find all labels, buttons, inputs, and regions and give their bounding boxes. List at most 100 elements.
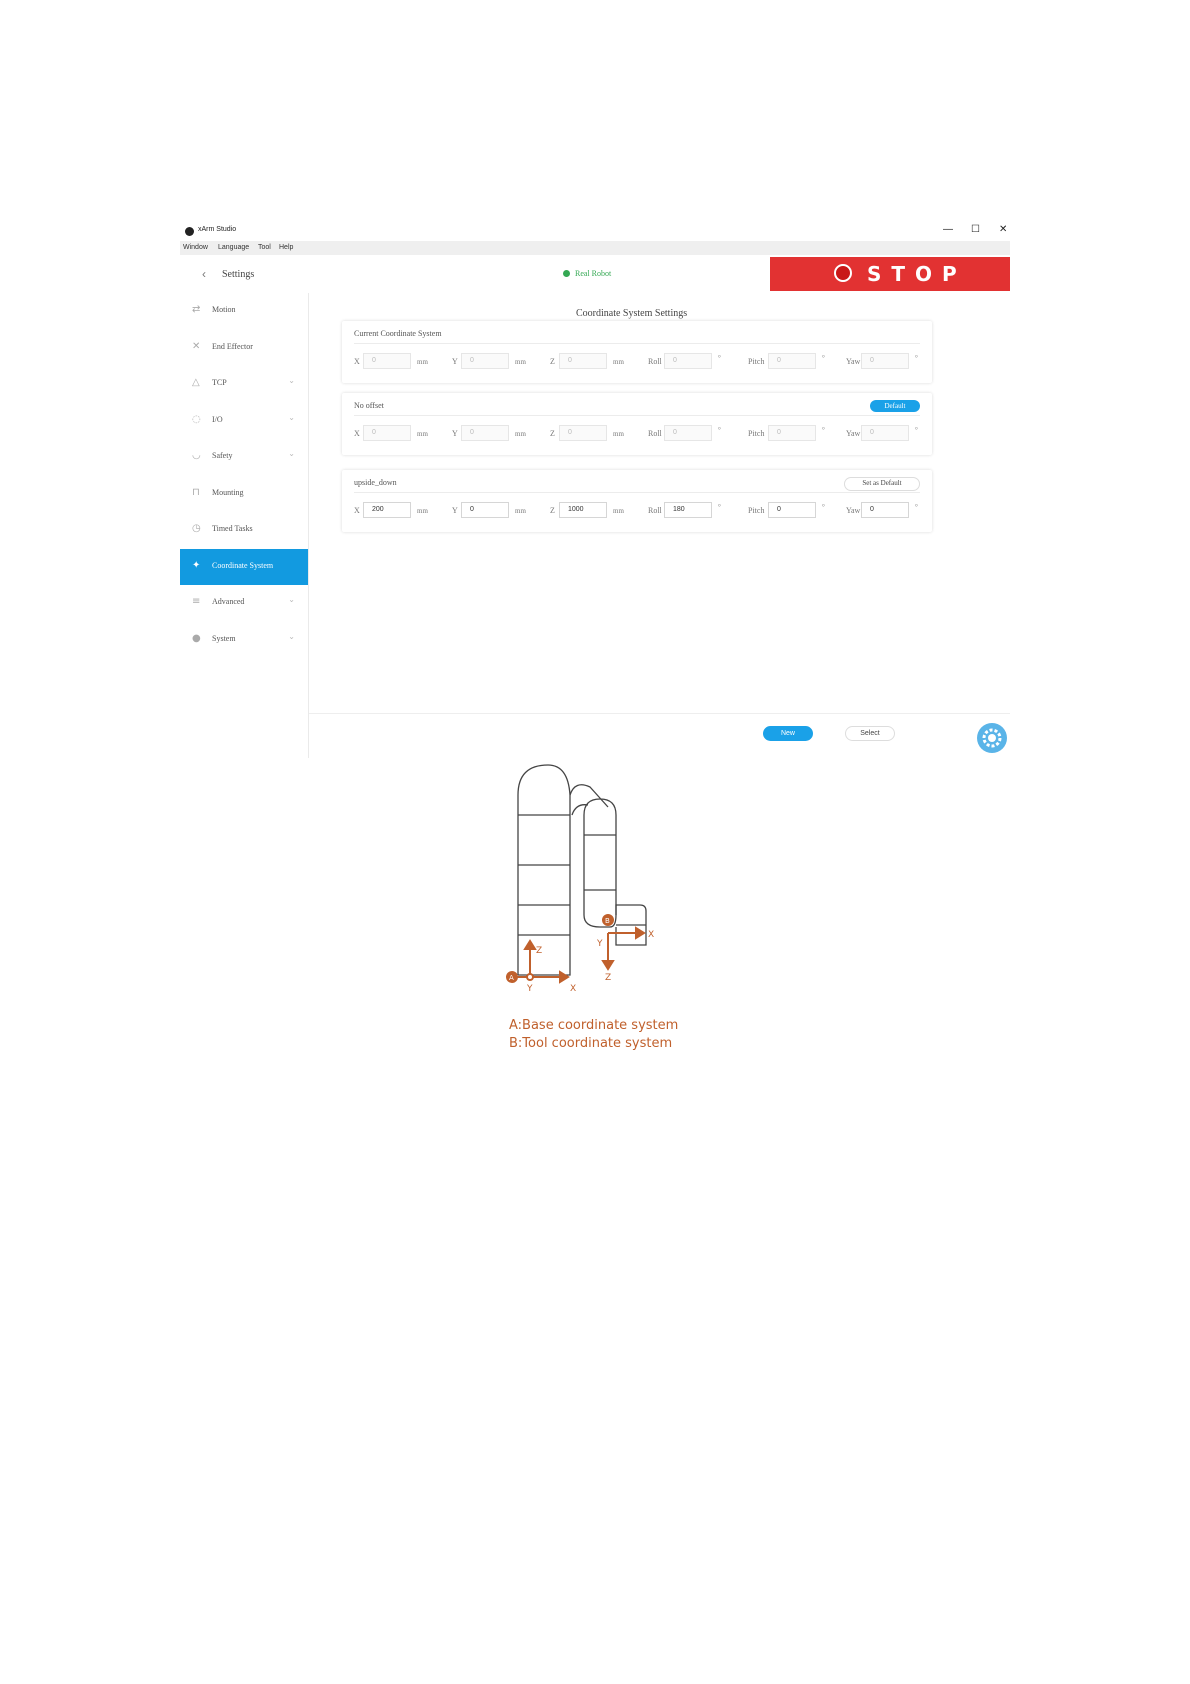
tcp-icon: △ (192, 377, 200, 388)
field-label-z: Z (550, 357, 555, 366)
base-z-label: Z (536, 946, 542, 956)
sidebar-item-label: Coordinate System (212, 560, 274, 570)
chevron-down-icon[interactable]: ⌄ (288, 413, 295, 422)
sidebar-item-label: System (212, 633, 236, 643)
divider (309, 713, 1010, 714)
field-label-y: Y (452, 429, 458, 438)
field-input-z[interactable]: 0 (559, 353, 607, 369)
field-unit: mm (613, 358, 624, 366)
chevron-down-icon[interactable]: ⌄ (288, 632, 295, 641)
emergency-stop-button[interactable]: STOP (770, 257, 1010, 291)
field-unit: mm (417, 358, 428, 366)
sidebar-item-i-o[interactable]: ◌ I/O ⌄ (180, 403, 308, 439)
tool-y-label: Y (596, 939, 603, 949)
sidebar-item-timed-tasks[interactable]: ◷ Timed Tasks (180, 512, 308, 548)
sidebar-item-end-effector[interactable]: ✕ End Effector (180, 330, 308, 366)
base-y-label: Y (526, 984, 533, 994)
title-bar: xArm Studio — ☐ ✕ (180, 223, 1010, 241)
sidebar-item-label: TCP (212, 378, 227, 387)
field-input-z[interactable]: 0 (559, 425, 607, 441)
card-title: Current Coordinate System (354, 329, 442, 338)
chevron-down-icon[interactable]: ⌄ (288, 449, 295, 458)
field-label-x: X (354, 429, 360, 438)
caption-tool: B:Tool coordinate system (509, 1036, 673, 1051)
select-button[interactable]: Select (845, 726, 895, 741)
default-button[interactable]: Default (870, 400, 920, 412)
field-unit: mm (613, 430, 624, 438)
field-unit: ° (822, 354, 825, 362)
sidebar-item-system[interactable]: ● System ⌄ (180, 622, 308, 658)
menu-help[interactable]: Help (279, 244, 293, 251)
menu-window[interactable]: Window (183, 244, 208, 251)
gear-icon[interactable] (977, 723, 1007, 753)
field-label-x: X (354, 357, 360, 366)
tool-z-label: Z (605, 973, 611, 983)
field-input-pitch[interactable]: 0 (768, 425, 816, 441)
menu-tool[interactable]: Tool (258, 244, 271, 251)
field-input-pitch[interactable]: 0 (768, 502, 816, 518)
field-input-roll[interactable]: 180 (664, 502, 712, 518)
mounting-icon: ⊓ (192, 486, 200, 498)
field-input-yaw[interactable]: 0 (861, 353, 909, 369)
xarm-studio-window: xArm Studio — ☐ ✕ Window Language Tool H… (180, 223, 1010, 758)
menu-language[interactable]: Language (218, 244, 249, 251)
field-unit: ° (915, 503, 918, 511)
io-icon: ◌ (192, 413, 201, 425)
back-arrow-icon[interactable]: ‹ (202, 267, 206, 281)
maximize-button[interactable]: ☐ (971, 224, 980, 235)
field-input-y[interactable]: 0 (461, 502, 509, 518)
new-button[interactable]: New (763, 726, 813, 741)
field-unit: ° (718, 503, 721, 511)
field-label-y: Y (452, 357, 458, 366)
field-input-yaw[interactable]: 0 (861, 502, 909, 518)
advanced-icon: ≡ (192, 596, 201, 607)
sidebar-item-label: Safety (212, 451, 233, 460)
sidebar-item-tcp[interactable]: △ TCP ⌄ (180, 366, 308, 402)
sidebar-item-label: I/O (212, 414, 223, 424)
sidebar-item-advanced[interactable]: ≡ Advanced ⌄ (180, 585, 308, 621)
minimize-button[interactable]: — (943, 224, 953, 235)
field-input-x[interactable]: 0 (363, 425, 411, 441)
coordinate-card: upside_down Set as Default X 200 mm Y 0 mm Z 1000… (342, 470, 932, 532)
field-input-pitch[interactable]: 0 (768, 353, 816, 369)
card-divider (354, 492, 920, 493)
settings-sidebar: ⇄ Motion ✕ End Effector △ TCP ⌄ ◌ I/O ⌄ ◡ Safety ⌄ ⊓ M… (180, 293, 309, 758)
stop-label: STOP (867, 262, 967, 286)
sidebar-item-mounting[interactable]: ⊓ Mounting (180, 476, 308, 512)
sidebar-item-coordinate-system[interactable]: ✦ Coordinate System (180, 548, 308, 585)
field-label-roll: Roll (648, 506, 662, 515)
field-input-x[interactable]: 200 (363, 502, 411, 518)
field-unit: mm (515, 507, 526, 515)
sidebar-item-label: Timed Tasks (212, 524, 253, 533)
close-button[interactable]: ✕ (999, 224, 1007, 235)
chevron-down-icon[interactable]: ⌄ (288, 376, 295, 385)
field-input-roll[interactable]: 0 (664, 353, 712, 369)
clock-icon: ◷ (192, 523, 201, 534)
field-label-z: Z (550, 506, 555, 515)
sidebar-item-label: Advanced (212, 597, 245, 606)
motion-icon: ⇄ (192, 304, 201, 315)
set-as-default-button[interactable]: Set as Default (844, 477, 920, 491)
field-input-roll[interactable]: 0 (664, 425, 712, 441)
card-title: upside_down (354, 478, 397, 487)
field-label-y: Y (452, 506, 458, 515)
info-icon: ● (192, 632, 201, 644)
field-input-yaw[interactable]: 0 (861, 425, 909, 441)
card-title: No offset (354, 401, 384, 410)
field-input-y[interactable]: 0 (461, 353, 509, 369)
field-label-yaw: Yaw (846, 429, 861, 438)
field-input-z[interactable]: 1000 (559, 502, 607, 518)
field-input-x[interactable]: 0 (363, 353, 411, 369)
sidebar-item-safety[interactable]: ◡ Safety ⌄ (180, 439, 308, 475)
app-logo-icon (185, 227, 194, 236)
sidebar-item-motion[interactable]: ⇄ Motion (180, 293, 308, 329)
base-marker-label: A (509, 974, 514, 982)
connection-status: Real Robot (563, 269, 611, 278)
chevron-down-icon[interactable]: ⌄ (288, 595, 295, 604)
sidebar-item-label: End Effector (212, 341, 253, 351)
app-title: xArm Studio (198, 226, 237, 233)
field-label-pitch: Pitch (748, 506, 765, 515)
field-unit: mm (417, 430, 428, 438)
field-label-yaw: Yaw (846, 357, 861, 366)
field-input-y[interactable]: 0 (461, 425, 509, 441)
